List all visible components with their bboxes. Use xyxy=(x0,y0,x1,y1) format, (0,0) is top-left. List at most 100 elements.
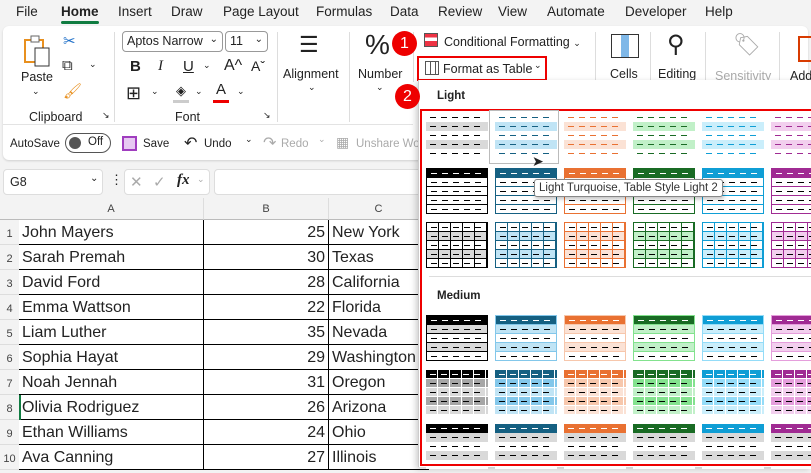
copy-chevron-icon[interactable]: ⌄ xyxy=(89,59,97,70)
format-painter-icon[interactable]: 🖌 xyxy=(63,82,82,100)
borders-chevron-icon[interactable]: ⌄ xyxy=(151,86,159,97)
grow-font-button[interactable]: A^ xyxy=(224,57,242,75)
cell-age[interactable]: 25 xyxy=(204,220,329,245)
row-header[interactable]: 9 xyxy=(0,420,19,445)
cell-name[interactable]: Liam Luther xyxy=(19,320,204,345)
cell-state[interactable]: Florida xyxy=(329,295,429,320)
fill-color-icon[interactable]: ◈ xyxy=(173,83,189,103)
add-ins-icon[interactable] xyxy=(798,36,811,62)
bold-button[interactable]: B xyxy=(130,58,141,75)
cell-state[interactable]: Arizona xyxy=(329,395,429,420)
editing-button[interactable]: Editing xyxy=(658,67,696,81)
tab-page-layout[interactable]: Page Layout xyxy=(223,4,299,19)
row-header[interactable]: 5 xyxy=(0,320,19,345)
column-header-c[interactable]: C xyxy=(329,198,429,220)
autosave-toggle[interactable]: Off xyxy=(65,133,111,153)
cell-age[interactable]: 29 xyxy=(204,345,329,370)
tab-view[interactable]: View xyxy=(498,4,527,19)
conditional-formatting-button[interactable]: Conditional Formatting ⌄ xyxy=(444,35,581,49)
cell-state[interactable]: Nevada xyxy=(329,320,429,345)
save-button[interactable]: Save xyxy=(143,138,169,150)
cell-name[interactable]: Ethan Williams xyxy=(19,420,204,445)
tab-automate[interactable]: Automate xyxy=(547,4,605,19)
font-launcher-icon[interactable]: ↘ xyxy=(263,110,271,121)
cell-age[interactable]: 26 xyxy=(204,395,329,420)
tab-developer[interactable]: Developer xyxy=(625,4,687,19)
cell-state[interactable]: Texas xyxy=(329,245,429,270)
cell-name[interactable]: Emma Wattson xyxy=(19,295,204,320)
cell-state[interactable]: Oregon xyxy=(329,370,429,395)
cell-state[interactable]: Illinois xyxy=(329,445,429,470)
cell-age[interactable]: 22 xyxy=(204,295,329,320)
paste-label[interactable]: Paste xyxy=(21,70,53,84)
alignment-icon[interactable]: ☰ xyxy=(299,32,319,58)
formula-input[interactable] xyxy=(214,169,424,195)
name-box[interactable]: G8 ⌄ xyxy=(3,169,103,195)
column-header-a[interactable]: A xyxy=(19,198,204,220)
number-button[interactable]: Number xyxy=(358,67,402,81)
column-header-b[interactable]: B xyxy=(204,198,329,220)
percent-icon[interactable]: % xyxy=(365,29,390,61)
row-header[interactable]: 3 xyxy=(0,270,19,295)
cell-age[interactable]: 31 xyxy=(204,370,329,395)
cell-name[interactable]: Sarah Premah xyxy=(19,245,204,270)
conditional-formatting-icon[interactable] xyxy=(424,33,438,47)
number-chevron-icon[interactable]: ⌄ xyxy=(376,82,384,93)
row-header[interactable]: 8 xyxy=(0,395,19,420)
cell-age[interactable]: 27 xyxy=(204,445,329,470)
cell-state[interactable]: Ohio xyxy=(329,420,429,445)
font-name-dropdown[interactable]: Aptos Narrow ⌄ xyxy=(122,31,223,52)
more-options-icon[interactable]: ⋮ xyxy=(110,172,123,188)
save-icon[interactable] xyxy=(122,136,137,151)
paste-chevron-icon[interactable]: ⌄ xyxy=(32,86,40,97)
cell-age[interactable]: 24 xyxy=(204,420,329,445)
cell-name[interactable]: Olivia Rodriguez xyxy=(19,395,204,420)
underline-chevron-icon[interactable]: ⌄ xyxy=(203,60,211,71)
copy-icon[interactable]: ⧉ xyxy=(62,57,73,74)
row-header[interactable]: 6 xyxy=(0,345,19,370)
row-header[interactable]: 10 xyxy=(0,445,19,470)
row-header[interactable]: 2 xyxy=(0,245,19,270)
undo-button[interactable]: Undo xyxy=(204,138,232,150)
font-color-chevron-icon[interactable]: ⌄ xyxy=(237,86,245,97)
cell-age[interactable]: 30 xyxy=(204,245,329,270)
cell-state[interactable]: New York xyxy=(329,220,429,245)
clipboard-launcher-icon[interactable]: ↘ xyxy=(102,110,110,121)
row-header[interactable]: 7 xyxy=(0,370,19,395)
alignment-button[interactable]: Alignment xyxy=(283,67,339,81)
undo-chevron-icon[interactable]: ⌄ xyxy=(245,134,253,145)
cell-state[interactable]: Washington xyxy=(329,345,429,370)
select-all-corner[interactable] xyxy=(0,198,19,220)
paste-icon[interactable] xyxy=(23,34,51,70)
underline-button[interactable]: U xyxy=(183,58,194,75)
alignment-chevron-icon[interactable]: ⌄ xyxy=(308,82,316,93)
shrink-font-button[interactable]: Aˇ xyxy=(251,58,265,74)
borders-icon[interactable]: ⊞ xyxy=(126,83,141,104)
cell-name[interactable]: Sophia Hayat xyxy=(19,345,204,370)
undo-icon[interactable]: ↶ xyxy=(184,133,197,153)
row-header[interactable]: 4 xyxy=(0,295,19,320)
cell-age[interactable]: 35 xyxy=(204,320,329,345)
tab-formulas[interactable]: Formulas xyxy=(316,4,372,19)
cell-name[interactable]: David Ford xyxy=(19,270,204,295)
tab-insert[interactable]: Insert xyxy=(118,4,152,19)
format-as-table-button[interactable]: Format as Table ⌄ xyxy=(417,56,547,81)
tab-home[interactable]: Home xyxy=(61,4,99,24)
fill-chevron-icon[interactable]: ⌄ xyxy=(195,86,203,97)
italic-button[interactable]: I xyxy=(158,58,163,75)
tab-file[interactable]: File xyxy=(16,4,38,19)
cells-button[interactable]: Cells xyxy=(610,67,638,81)
cell-age[interactable]: 28 xyxy=(204,270,329,295)
cells-icon[interactable] xyxy=(611,34,639,58)
cell-name[interactable]: John Mayers xyxy=(19,220,204,245)
cut-icon[interactable]: ✂ xyxy=(63,32,76,50)
tab-review[interactable]: Review xyxy=(438,4,482,19)
tab-help[interactable]: Help xyxy=(705,4,733,19)
tab-data[interactable]: Data xyxy=(390,4,419,19)
cell-name[interactable]: Ava Canning xyxy=(19,445,204,470)
row-header[interactable]: 1 xyxy=(0,220,19,245)
search-icon[interactable]: ⚲ xyxy=(667,30,685,59)
insert-function-button[interactable]: fx xyxy=(177,172,190,189)
font-size-dropdown[interactable]: 11 ⌄ xyxy=(225,31,268,52)
font-color-button[interactable]: A xyxy=(213,81,229,103)
